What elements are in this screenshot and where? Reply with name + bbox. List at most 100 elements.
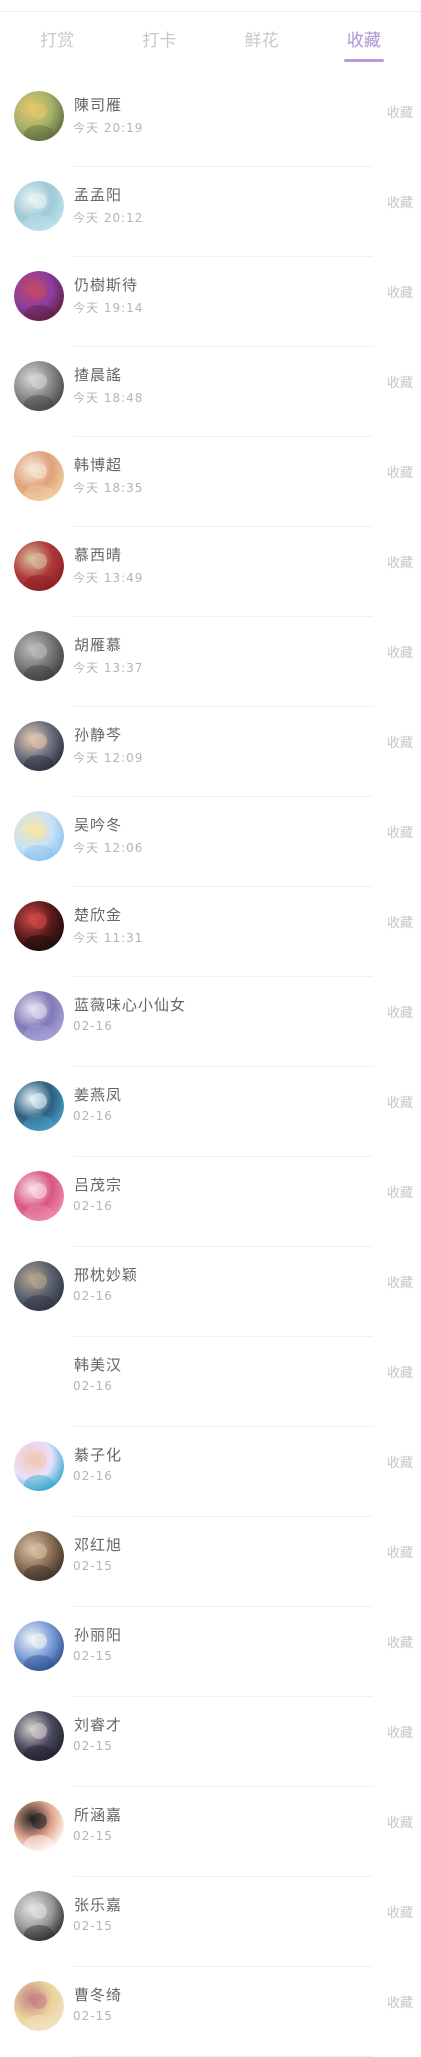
list-item[interactable]: 蓝薇味心小仙女 02-16 收藏 — [0, 977, 421, 1067]
user-name: 陳司雁 — [74, 96, 123, 114]
timestamp: 今天 12:09 — [73, 751, 144, 765]
list-item[interactable]: 仍樹斯待 今天 19:14 收藏 — [0, 257, 421, 347]
favorite-button[interactable]: 收藏 — [387, 1362, 413, 1381]
avatar[interactable] — [14, 1621, 64, 1671]
list-item[interactable]: 所涵嘉 02-15 收藏 — [0, 1787, 421, 1877]
avatar[interactable] — [14, 271, 64, 321]
avatar[interactable] — [14, 901, 64, 951]
user-name: 仍樹斯待 — [74, 276, 139, 294]
tab-label: 打卡 — [142, 30, 177, 51]
avatar[interactable] — [14, 1171, 64, 1221]
avatar[interactable] — [14, 1711, 64, 1761]
list-item[interactable]: 孙静芩今天 12:09 收藏 — [0, 707, 421, 797]
timestamp: 今天 12:06 — [73, 841, 144, 855]
favorite-button[interactable]: 收藏 — [387, 1722, 413, 1741]
tab-bar: 打赏 打卡 鲜花 收藏 — [0, 12, 421, 64]
favorite-button[interactable]: 收藏 — [387, 372, 413, 391]
timestamp: 今天 20:12 — [73, 211, 144, 225]
tab-underline — [343, 59, 384, 62]
favorite-button[interactable]: 收藏 — [387, 1812, 413, 1831]
favorite-button[interactable]: 收藏 — [387, 552, 413, 571]
timestamp: 02-15 — [73, 1739, 113, 1753]
tab-label: 鲜花 — [244, 30, 279, 51]
list-item[interactable]: 张乐嘉 02-15 收藏 — [0, 1877, 421, 1967]
avatar[interactable] — [14, 1351, 64, 1401]
favorite-button[interactable]: 收藏 — [387, 1902, 413, 1921]
list-item[interactable]: 邓红旭 02-15 收藏 — [0, 1517, 421, 1607]
favorite-button[interactable]: 收藏 — [387, 1272, 413, 1291]
avatar[interactable] — [14, 631, 64, 681]
favorite-button[interactable]: 收藏 — [387, 462, 413, 481]
user-name: 孙静芩 — [74, 726, 123, 744]
favorite-button[interactable]: 收藏 — [387, 282, 413, 301]
avatar[interactable] — [14, 811, 64, 861]
list-item[interactable]: 邢枕妙颖 02-16 收藏 — [0, 1247, 421, 1337]
user-name: 揸晨謠 — [74, 366, 123, 384]
avatar[interactable] — [14, 721, 64, 771]
tab-rewards[interactable]: 打赏 — [17, 12, 97, 64]
top-divider — [0, 0, 421, 12]
timestamp: 02-15 — [73, 1829, 113, 1843]
timestamp: 02-15 — [73, 2009, 113, 2023]
user-name: 张乐嘉 — [74, 1896, 123, 1914]
list-item[interactable]: 刘睿才 02-15 收藏 — [0, 1697, 421, 1787]
avatar[interactable] — [14, 1801, 64, 1851]
user-name: 韩美汉 — [74, 1356, 123, 1374]
favorite-button[interactable]: 收藏 — [387, 642, 413, 661]
timestamp: 02-16 — [73, 1289, 113, 1303]
favorite-button[interactable]: 收藏 — [387, 102, 413, 121]
list-item[interactable]: 綦子化 02-16 收藏 — [0, 1427, 421, 1517]
user-name: 所涵嘉 — [74, 1806, 123, 1824]
list-item[interactable]: 韩博超今天 18:35 收藏 — [0, 437, 421, 527]
list-item[interactable]: 孙丽阳 02-15 收藏 — [0, 1607, 421, 1697]
user-name: 姜燕凤 — [74, 1086, 123, 1104]
list-item[interactable]: 吴吟冬 今天 12:06 收藏 — [0, 797, 421, 887]
list-item[interactable]: 曹冬绮 02-15 收藏 — [0, 1967, 421, 2057]
list-item[interactable]: 姜燕凤 02-16 收藏 — [0, 1067, 421, 1157]
favorite-button[interactable]: 收藏 — [387, 192, 413, 211]
avatar[interactable] — [14, 1441, 64, 1491]
avatar[interactable] — [14, 1531, 64, 1581]
user-name: 邢枕妙颖 — [74, 1266, 139, 1284]
timestamp: 今天 18:35 — [73, 481, 144, 495]
avatar[interactable] — [14, 361, 64, 411]
user-name: 孙丽阳 — [74, 1626, 123, 1644]
favorite-button[interactable]: 收藏 — [387, 1452, 413, 1471]
list-item[interactable]: 楚欣金 今天 11:31 收藏 — [0, 887, 421, 977]
tab-flowers[interactable]: 鲜花 — [222, 12, 302, 64]
favorite-button[interactable]: 收藏 — [387, 1542, 413, 1561]
timestamp: 02-15 — [73, 1919, 113, 1933]
avatar[interactable] — [14, 1981, 64, 2031]
list-item[interactable]: 韩美汉 02-16 收藏 — [0, 1337, 421, 1427]
user-name: 韩博超 — [74, 456, 123, 474]
list-item[interactable]: 揸晨謠 今天 18:48 收藏 — [0, 347, 421, 437]
avatar[interactable] — [14, 991, 64, 1041]
favorite-button[interactable]: 收藏 — [387, 1632, 413, 1651]
user-name: 吕茂宗 — [74, 1176, 123, 1194]
list-item[interactable]: 胡雁慕 今天 13:37 收藏 — [0, 617, 421, 707]
list-item[interactable]: 陳司雁 今天 20:19 收藏 — [0, 77, 421, 167]
favorite-button[interactable]: 收藏 — [387, 732, 413, 751]
avatar[interactable] — [14, 91, 64, 141]
avatar[interactable] — [14, 541, 64, 591]
list-item[interactable]: 孟孟阳 今天 20:12 收藏 — [0, 167, 421, 257]
favorite-button[interactable]: 收藏 — [387, 822, 413, 841]
tab-favorites[interactable]: 收藏 — [324, 12, 404, 64]
avatar[interactable] — [14, 181, 64, 231]
favorite-button[interactable]: 收藏 — [387, 1182, 413, 1201]
list-item[interactable]: 吕茂宗 02-16 收藏 — [0, 1157, 421, 1247]
favorites-list: 陳司雁 今天 20:19 收藏 孟孟阳 今天 20:12 收藏 仍樹斯待 今天 19:14 收藏… — [0, 77, 421, 2057]
avatar[interactable] — [14, 1081, 64, 1131]
favorite-button[interactable]: 收藏 — [387, 912, 413, 931]
list-item[interactable]: 慕西晴 今天 13:49 收藏 — [0, 527, 421, 617]
timestamp: 02-16 — [73, 1109, 113, 1123]
avatar[interactable] — [14, 1261, 64, 1311]
favorite-button[interactable]: 收藏 — [387, 1992, 413, 2011]
favorite-button[interactable]: 收藏 — [387, 1092, 413, 1111]
user-name: 胡雁慕 — [74, 636, 123, 654]
tab-label: 收藏 — [346, 30, 381, 51]
avatar[interactable] — [14, 451, 64, 501]
favorite-button[interactable]: 收藏 — [387, 1002, 413, 1021]
tab-checkin[interactable]: 打卡 — [119, 12, 199, 64]
avatar[interactable] — [14, 1891, 64, 1941]
